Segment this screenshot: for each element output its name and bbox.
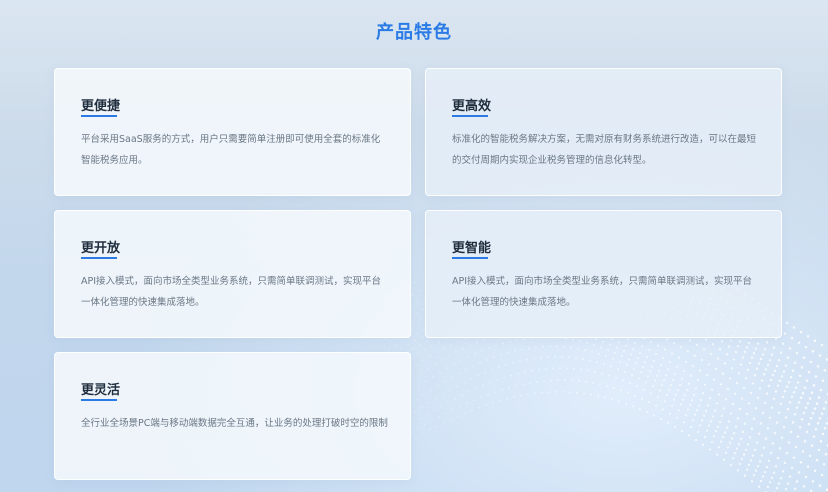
section-title: 产品特色 (376, 22, 452, 43)
feature-card-title: 更高效 (452, 99, 492, 114)
feature-card-description: 平台采用SaaS服务的方式，用户只需要简单注册即可使用全套的标准化智能税务应用。 (81, 134, 381, 166)
feature-card-title: 更灵活 (81, 383, 121, 398)
title-underline (452, 257, 488, 259)
title-underline (81, 399, 117, 401)
feature-card-description: API接入模式，面向市场全类型业务系统，只需简单联调测试，实现平台一体化管理的快… (81, 276, 382, 308)
title-underline (81, 115, 117, 117)
feature-card-open: 更开放 API接入模式，面向市场全类型业务系统，只需简单联调测试，实现平台一体化… (54, 210, 411, 338)
feature-card-flexible: 更灵活 全行业全场景PC端与移动端数据完全互通，让业务的处理打破时空的限制 (54, 352, 411, 480)
feature-card-description: 全行业全场景PC端与移动端数据完全互通，让业务的处理打破时空的限制 (81, 418, 388, 429)
feature-card-smart: 更智能 API接入模式，面向市场全类型业务系统，只需简单联调测试，实现平台一体化… (425, 210, 782, 338)
title-underline (81, 257, 117, 259)
feature-card-title: 更智能 (452, 241, 492, 256)
feature-card-title: 更开放 (81, 241, 121, 256)
feature-card-convenient: 更便捷 平台采用SaaS服务的方式，用户只需要简单注册即可使用全套的标准化智能税… (54, 68, 411, 196)
feature-card-efficient: 更高效 标准化的智能税务解决方案，无需对原有财务系统进行改造，可以在最短的交付周… (425, 68, 782, 196)
feature-card-description: 标准化的智能税务解决方案，无需对原有财务系统进行改造，可以在最短的交付周期内实现… (452, 134, 757, 166)
feature-card-title: 更便捷 (81, 99, 121, 114)
feature-card-description: API接入模式，面向市场全类型业务系统，只需简单联调测试，实现平台一体化管理的快… (452, 276, 753, 308)
title-underline (452, 115, 488, 117)
